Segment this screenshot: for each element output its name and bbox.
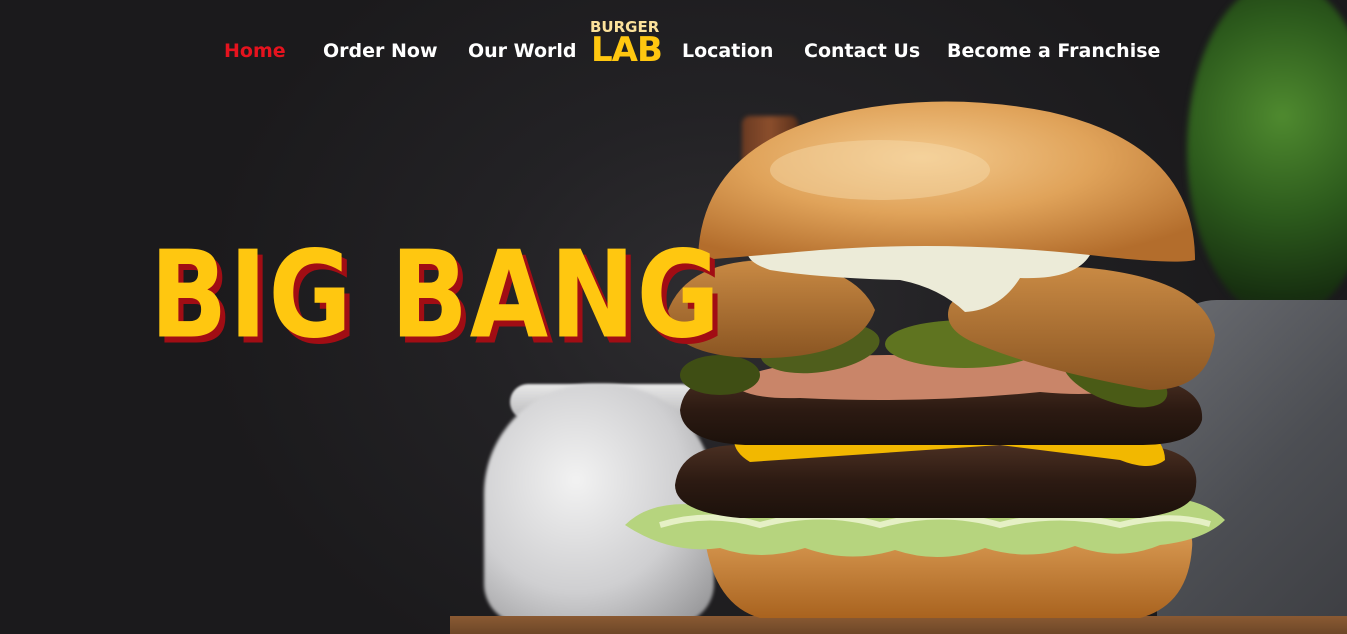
main-navigation: Home Order Now Our World BURGER LAB Loca…	[0, 0, 1347, 100]
hero-headline: BIG BANG	[150, 224, 722, 365]
nav-our-world-link[interactable]: Our World	[468, 40, 576, 62]
hero-section: Home Order Now Our World BURGER LAB Loca…	[0, 0, 1347, 634]
nav-order-now-link[interactable]: Order Now	[323, 40, 438, 62]
nav-contact-us-link[interactable]: Contact Us	[804, 40, 920, 62]
nav-location-link[interactable]: Location	[682, 40, 773, 62]
burger-lab-logo[interactable]: BURGER LAB	[590, 18, 663, 72]
nav-become-franchise-link[interactable]: Become a Franchise	[947, 40, 1160, 62]
nav-home-link[interactable]: Home	[224, 40, 286, 62]
logo-text-bottom: LAB	[591, 30, 663, 70]
